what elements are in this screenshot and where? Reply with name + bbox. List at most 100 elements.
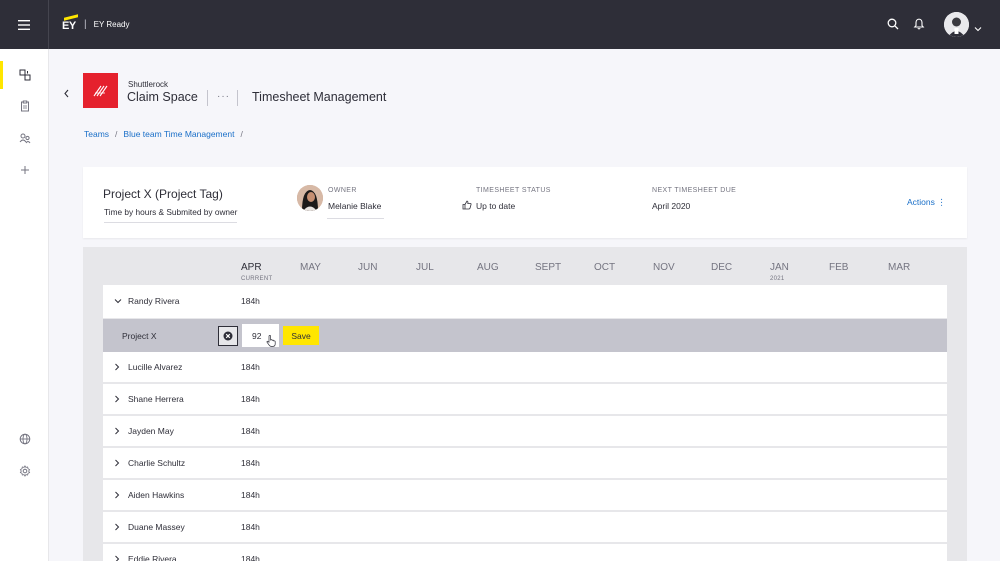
header-divider <box>207 90 208 106</box>
app-title: Claim Space <box>127 90 198 104</box>
brand[interactable]: EY | EY Ready <box>62 12 129 36</box>
owner-name: Melanie Blake <box>328 201 382 211</box>
month-label[interactable]: JAN <box>770 262 789 273</box>
chevron-right-icon[interactable] <box>114 555 120 561</box>
more-options-button[interactable]: ··· <box>217 91 230 102</box>
account-menu-toggle[interactable] <box>974 19 982 37</box>
chevron-right-icon[interactable] <box>114 395 120 403</box>
employee-hours: 184h <box>241 426 260 436</box>
month-label[interactable]: DEC <box>711 262 732 273</box>
page-title: Timesheet Management <box>252 90 387 104</box>
chevron-down-icon[interactable] <box>114 298 122 304</box>
brand-separator: | <box>84 18 87 30</box>
chevron-right-icon[interactable] <box>114 491 120 499</box>
employee-hours: 184h <box>241 394 260 404</box>
chevron-right-icon[interactable] <box>114 459 120 467</box>
clipboard-icon <box>20 100 29 112</box>
month-label[interactable]: MAY <box>300 262 321 273</box>
table-row[interactable]: Lucille Alvarez 184h <box>103 352 947 383</box>
left-sidebar <box>0 49 49 561</box>
globe-icon <box>19 433 30 445</box>
next-due-label: NEXT TIMESHEET DUE <box>652 187 737 194</box>
user-avatar[interactable] <box>944 12 969 37</box>
month-label[interactable]: JUL <box>416 262 434 273</box>
logo-text: EY <box>62 20 76 32</box>
project-summary-card: Project X (Project Tag) Time by hours & … <box>83 167 967 238</box>
ey-logo: EY <box>62 14 80 34</box>
table-row[interactable]: Randy Rivera 184h <box>103 285 947 319</box>
employee-name: Randy Rivera <box>128 296 180 306</box>
employee-hours: 184h <box>241 490 260 500</box>
table-row[interactable]: Duane Massey 184h <box>103 512 947 543</box>
owner-underline <box>327 218 384 219</box>
owner-label: OWNER <box>328 187 357 194</box>
month-label[interactable]: SEPT <box>535 262 561 273</box>
month-label[interactable]: AUG <box>477 262 499 273</box>
bell-icon <box>913 18 925 30</box>
month-label[interactable]: FEB <box>829 262 848 273</box>
chevron-left-icon <box>64 89 69 98</box>
month-label[interactable]: NOV <box>653 262 675 273</box>
people-icon <box>19 133 30 144</box>
employee-name: Duane Massey <box>128 522 185 532</box>
employee-name: Jayden May <box>128 426 174 436</box>
header-divider <box>237 90 238 106</box>
employee-name: Eddie Rivera <box>128 554 177 561</box>
sidebar-item-add[interactable] <box>0 158 49 182</box>
top-bar: EY | EY Ready <box>0 0 1000 49</box>
owner-avatar <box>297 185 323 211</box>
search-button[interactable] <box>885 16 901 32</box>
project-name: Project X <box>122 331 157 341</box>
table-row[interactable]: Aiden Hawkins 184h <box>103 480 947 511</box>
clear-button[interactable] <box>218 326 238 346</box>
save-button[interactable]: Save <box>283 326 319 345</box>
owner-portrait <box>297 185 323 211</box>
breadcrumb-blue-team[interactable]: Blue team Time Management <box>123 129 234 139</box>
avatar-portrait <box>944 12 969 37</box>
chevron-right-icon[interactable] <box>114 523 120 531</box>
app-logo-tile <box>83 73 118 108</box>
menu-icon <box>18 19 30 30</box>
breadcrumb-teams[interactable]: Teams <box>84 129 109 139</box>
table-row[interactable]: Charlie Schultz 184h <box>103 448 947 479</box>
timesheet-status-value: Up to date <box>476 201 516 211</box>
timesheet-status-label: TIMESHEET STATUS <box>476 187 551 194</box>
sidebar-item-language[interactable] <box>0 427 49 451</box>
year-label: 2021 <box>770 276 785 282</box>
menu-button[interactable] <box>0 0 49 49</box>
sidebar-item-timesheets[interactable] <box>0 94 49 118</box>
breadcrumb: Teams / Blue team Time Management / <box>84 129 243 139</box>
employee-hours: 184h <box>241 554 260 561</box>
product-name: EY Ready <box>93 19 130 29</box>
next-due-value: April 2020 <box>652 201 691 211</box>
chevron-down-icon <box>974 27 982 32</box>
chevron-right-icon[interactable] <box>114 363 120 371</box>
month-label[interactable]: JUN <box>358 262 377 273</box>
thumbs-up-icon <box>462 200 472 210</box>
table-row[interactable]: Eddie Rivera 184h <box>103 544 947 561</box>
employee-name: Aiden Hawkins <box>128 490 185 500</box>
chevron-right-icon[interactable] <box>114 427 120 435</box>
employee-name: Charlie Schultz <box>128 458 186 468</box>
project-subtitle: Time by hours & Submited by owner <box>104 207 238 223</box>
timesheet-panel: APR MAY JUN JUL AUG SEPT OCT NOV DEC JAN FEB MAR CUR… <box>83 247 967 561</box>
workspace-icon <box>19 69 30 81</box>
month-label[interactable]: OCT <box>594 262 615 273</box>
sidebar-item-workspace[interactable] <box>0 61 49 89</box>
project-title: Project X (Project Tag) <box>103 187 223 201</box>
close-circle-icon <box>223 331 233 341</box>
search-icon <box>887 18 899 30</box>
gear-icon <box>19 465 30 477</box>
actions-menu-button[interactable]: Actions ⋮ <box>907 197 946 208</box>
project-edit-row: Project X Save <box>103 319 947 352</box>
month-label[interactable]: APR <box>241 262 262 273</box>
sidebar-item-settings[interactable] <box>0 459 49 483</box>
month-label[interactable]: MAR <box>888 262 910 273</box>
sidebar-item-people[interactable] <box>0 126 49 150</box>
plus-icon <box>20 166 29 174</box>
back-button[interactable] <box>63 85 70 103</box>
notifications-button[interactable] <box>911 16 927 32</box>
table-row[interactable]: Shane Herrera 184h <box>103 384 947 415</box>
table-row[interactable]: Jayden May 184h <box>103 416 947 447</box>
hand-cursor-icon <box>266 335 276 347</box>
